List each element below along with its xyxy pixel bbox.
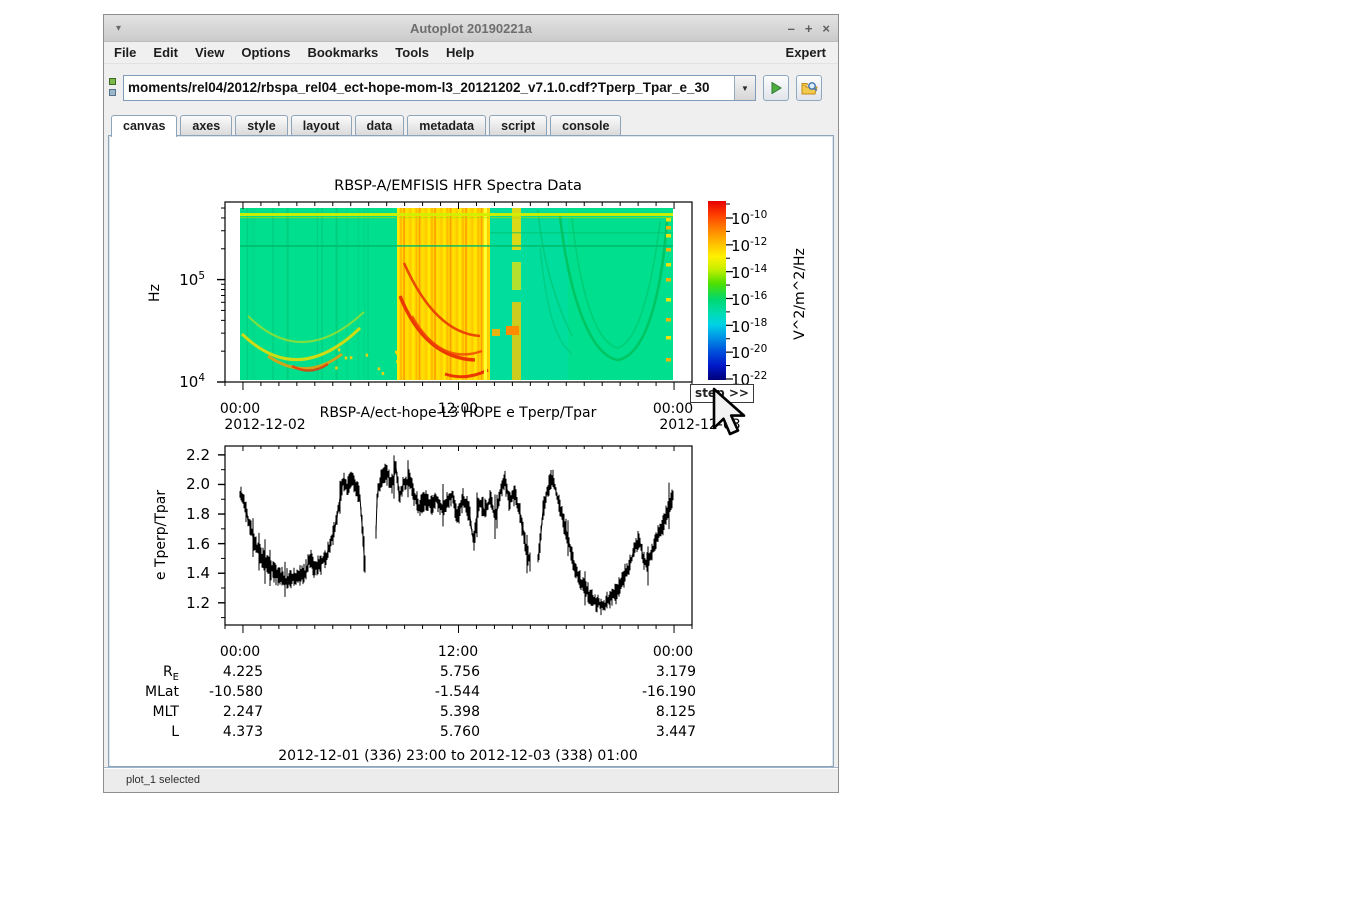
colorbar-tick-1: 10-12	[731, 236, 767, 255]
tab-axes[interactable]: axes	[180, 115, 232, 135]
colorbar-tick-3: 10-16	[731, 290, 767, 309]
plot2-ytick-1: 2.0	[152, 475, 210, 493]
plot2-ytick-0: 2.2	[152, 446, 210, 464]
colorbar-axis-label: V^2/m^2/Hz	[792, 248, 808, 340]
plot1-xtick-0: 00:00	[220, 401, 260, 417]
minimize-button[interactable]: –	[788, 22, 795, 35]
inspect-file-button[interactable]	[796, 75, 822, 101]
tab-bar: canvas axes style layout data metadata s…	[104, 112, 838, 135]
close-button[interactable]: ×	[822, 22, 830, 35]
colorbar-tick-2: 10-14	[731, 263, 767, 282]
plot-surface[interactable]: RBSP-A/EMFISIS HFR Spectra Data Hz 105 1…	[111, 138, 831, 766]
mouse-cursor	[712, 387, 748, 439]
plot1-title: RBSP-A/EMFISIS HFR Spectra Data	[334, 178, 582, 194]
menu-edit[interactable]: Edit	[153, 45, 178, 60]
go-plot-button[interactable]	[763, 75, 789, 101]
expert-label[interactable]: Expert	[786, 45, 826, 60]
plot1-ytick-1e5: 105	[147, 270, 205, 289]
uri-input[interactable]: moments/rel04/2012/rbspa_rel04_ect-hope-…	[124, 76, 734, 100]
uri-combobox[interactable]: moments/rel04/2012/rbspa_rel04_ect-hope-…	[123, 75, 756, 101]
colorbar[interactable]	[708, 201, 726, 380]
colorbar-tick-0: 10-10	[731, 209, 767, 228]
play-icon	[769, 81, 783, 95]
menu-options[interactable]: Options	[241, 45, 290, 60]
menu-file[interactable]: File	[114, 45, 136, 60]
plot2-ytick-5: 1.2	[152, 594, 210, 612]
tab-style[interactable]: style	[235, 115, 288, 135]
colorbar-tick-4: 10-18	[731, 317, 767, 336]
menu-bookmarks[interactable]: Bookmarks	[307, 45, 378, 60]
status-text: plot_1 selected	[126, 774, 200, 786]
plot2-title: RBSP-A/ect-hope-L3 HOPE e Tperp/Tpar	[320, 405, 597, 421]
folder-magnifier-icon	[801, 81, 818, 96]
plot1-xtick-2: 00:00	[653, 401, 693, 417]
status-bar: plot_1 selected	[104, 767, 838, 792]
menu-tools[interactable]: Tools	[395, 45, 429, 60]
menu-help[interactable]: Help	[446, 45, 474, 60]
tab-canvas[interactable]: canvas	[111, 115, 177, 137]
datasource-type-icon	[109, 77, 119, 99]
chevron-down-icon: ▼	[741, 84, 749, 93]
menu-bar: File Edit View Options Bookmarks Tools H…	[104, 42, 838, 64]
tab-script[interactable]: script	[489, 115, 547, 135]
tab-metadata[interactable]: metadata	[407, 115, 486, 135]
plot1-xdate-left: 2012-12-02	[224, 417, 305, 433]
canvas-panel: RBSP-A/EMFISIS HFR Spectra Data Hz 105 1…	[108, 135, 834, 767]
autoplot-window: ▾ Autoplot 20190221a – + × File Edit Vie…	[103, 14, 839, 793]
plot2-ytick-3: 1.6	[152, 535, 210, 553]
address-toolbar: moments/rel04/2012/rbspa_rel04_ect-hope-…	[104, 64, 838, 112]
plot2-xtick-0: 00:00	[220, 644, 260, 660]
window-title: Autoplot 20190221a	[104, 21, 838, 36]
menu-view[interactable]: View	[195, 45, 224, 60]
tab-console[interactable]: console	[550, 115, 621, 135]
uri-dropdown-button[interactable]: ▼	[734, 76, 755, 100]
colorbar-tick-5: 10-20	[731, 343, 767, 362]
plot2-ytick-4: 1.4	[152, 564, 210, 582]
title-bar[interactable]: ▾ Autoplot 20190221a – + ×	[104, 15, 838, 42]
time-range-label: 2012-12-01 (336) 23:00 to 2012-12-03 (33…	[278, 748, 637, 764]
maximize-button[interactable]: +	[805, 22, 813, 35]
tab-layout[interactable]: layout	[291, 115, 352, 135]
plot2-xtick-1: 12:00	[438, 644, 478, 660]
plot1-ytick-1e4: 104	[147, 372, 205, 391]
tab-data[interactable]: data	[355, 115, 405, 135]
spectrogram-image[interactable]	[240, 208, 673, 380]
plot2-ytick-2: 1.8	[152, 505, 210, 523]
plot2-xtick-2: 00:00	[653, 644, 693, 660]
